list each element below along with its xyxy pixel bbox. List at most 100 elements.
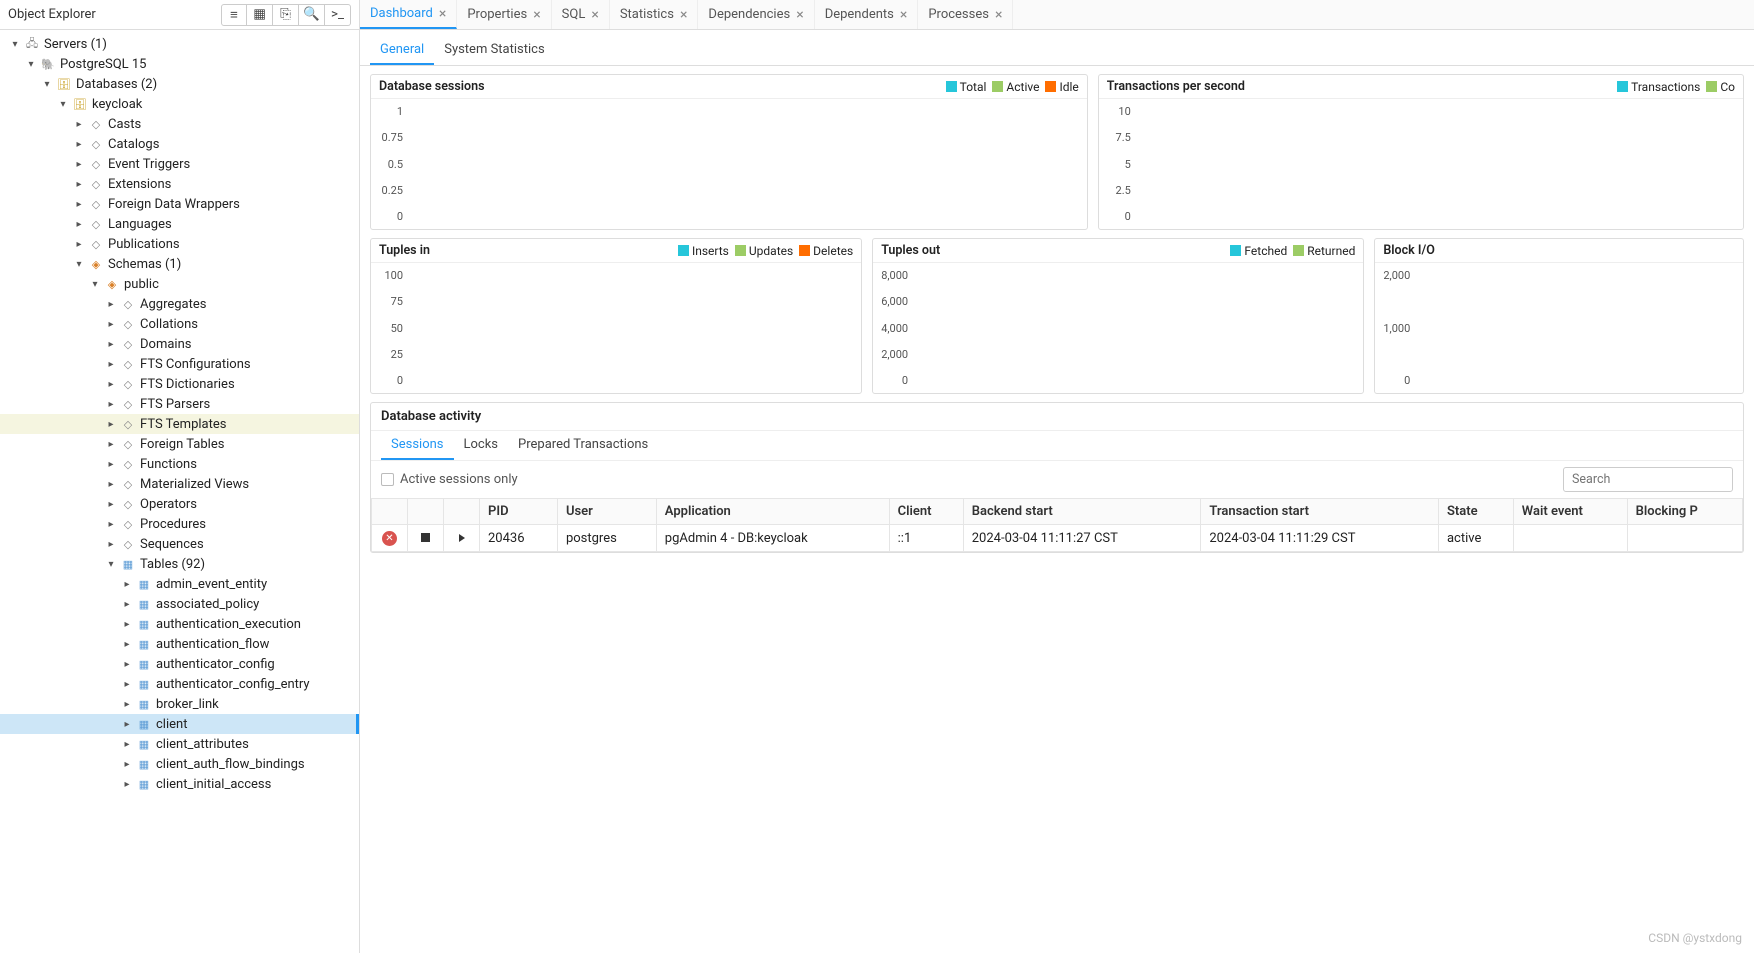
tree-item[interactable]: ◇Catalogs	[0, 134, 359, 154]
chevron-right-icon[interactable]	[120, 697, 134, 711]
tab-dependents[interactable]: Dependents×	[815, 0, 919, 29]
tree-item[interactable]: ◇Collations	[0, 314, 359, 334]
tree-item[interactable]: ◇Publications	[0, 234, 359, 254]
chevron-right-icon[interactable]	[104, 377, 118, 391]
tree-item[interactable]: ▦authenticator_config	[0, 654, 359, 674]
column-header[interactable]: Blocking P	[1627, 499, 1742, 525]
chevron-right-icon[interactable]	[72, 237, 86, 251]
chevron-down-icon[interactable]	[88, 277, 102, 291]
close-icon[interactable]: ×	[680, 7, 687, 23]
chevron-right-icon[interactable]	[120, 777, 134, 791]
chevron-right-icon[interactable]	[104, 457, 118, 471]
stop-icon[interactable]	[421, 533, 430, 542]
chevron-down-icon[interactable]	[104, 557, 118, 571]
chevron-right-icon[interactable]	[120, 717, 134, 731]
chevron-right-icon[interactable]	[120, 637, 134, 651]
tree-item[interactable]: ▦authentication_flow	[0, 634, 359, 654]
column-header[interactable]: Client	[889, 499, 963, 525]
close-icon[interactable]: ×	[995, 7, 1002, 23]
column-header[interactable]: User	[557, 499, 656, 525]
chevron-down-icon[interactable]	[24, 57, 38, 71]
chevron-down-icon[interactable]	[8, 37, 22, 51]
chevron-right-icon[interactable]	[72, 157, 86, 171]
subtab-system-statistics[interactable]: System Statistics	[434, 36, 554, 65]
active-sessions-checkbox[interactable]: Active sessions only	[381, 472, 518, 487]
tab-dependencies[interactable]: Dependencies×	[698, 0, 814, 29]
tree-item[interactable]: 🗄Databases (2)	[0, 74, 359, 94]
tree-item[interactable]: ◇Materialized Views	[0, 474, 359, 494]
tree-item[interactable]: ◇Foreign Tables	[0, 434, 359, 454]
tree-item[interactable]: ◇FTS Dictionaries	[0, 374, 359, 394]
tree-item[interactable]: ◈public	[0, 274, 359, 294]
chevron-right-icon[interactable]	[104, 477, 118, 491]
chevron-down-icon[interactable]	[40, 77, 54, 91]
tree-item[interactable]: ◇FTS Templates	[0, 414, 359, 434]
column-header[interactable]: Wait event	[1513, 499, 1627, 525]
tab-sql[interactable]: SQL×	[552, 0, 610, 29]
search-icon[interactable]: 🔍	[299, 4, 325, 26]
tree-item[interactable]: 🐘PostgreSQL 15	[0, 54, 359, 74]
tree-item[interactable]: ▦Tables (92)	[0, 554, 359, 574]
tree-item[interactable]: ▦client_auth_flow_bindings	[0, 754, 359, 774]
chevron-right-icon[interactable]	[104, 397, 118, 411]
toolbar-btn-2[interactable]: ▦	[247, 4, 273, 26]
chevron-right-icon[interactable]	[120, 617, 134, 631]
chevron-right-icon[interactable]	[104, 317, 118, 331]
tree-item[interactable]: ◇Procedures	[0, 514, 359, 534]
tab-properties[interactable]: Properties×	[457, 0, 551, 29]
tab-dashboard[interactable]: Dashboard×	[360, 0, 457, 29]
chevron-right-icon[interactable]	[120, 737, 134, 751]
tree-item[interactable]: ◇Event Triggers	[0, 154, 359, 174]
tab-statistics[interactable]: Statistics×	[610, 0, 699, 29]
tree-item[interactable]: ▦authenticator_config_entry	[0, 674, 359, 694]
activity-tab-locks[interactable]: Locks	[454, 431, 509, 460]
chevron-right-icon[interactable]	[72, 177, 86, 191]
tree-item[interactable]: ◇FTS Parsers	[0, 394, 359, 414]
tree-item[interactable]: ◇Operators	[0, 494, 359, 514]
terminal-icon[interactable]: >_	[325, 4, 351, 26]
column-header[interactable]: Transaction start	[1201, 499, 1439, 525]
chevron-right-icon[interactable]	[104, 517, 118, 531]
tree-item[interactable]: ▦client_attributes	[0, 734, 359, 754]
chevron-right-icon[interactable]	[104, 417, 118, 431]
search-input[interactable]	[1563, 467, 1733, 492]
tree-item[interactable]: ◇FTS Configurations	[0, 354, 359, 374]
tree-item[interactable]: ◇Foreign Data Wrappers	[0, 194, 359, 214]
close-icon[interactable]: ×	[439, 6, 446, 22]
column-header[interactable]	[408, 499, 444, 525]
tree-item[interactable]: ▦broker_link	[0, 694, 359, 714]
chevron-right-icon[interactable]	[120, 597, 134, 611]
toolbar-btn-3[interactable]: ⎘	[273, 4, 299, 26]
tree-item[interactable]: ◇Languages	[0, 214, 359, 234]
column-header[interactable]: State	[1438, 499, 1513, 525]
column-header[interactable]	[444, 499, 480, 525]
chevron-right-icon[interactable]	[120, 757, 134, 771]
tree-item[interactable]: ▦associated_policy	[0, 594, 359, 614]
chevron-right-icon[interactable]	[72, 117, 86, 131]
tree-item[interactable]: ▦client_initial_access	[0, 774, 359, 794]
column-header[interactable]: PID	[480, 499, 558, 525]
chevron-right-icon[interactable]	[120, 677, 134, 691]
tree-item[interactable]: ◇Domains	[0, 334, 359, 354]
chevron-right-icon[interactable]	[72, 217, 86, 231]
chevron-right-icon[interactable]	[104, 497, 118, 511]
chevron-down-icon[interactable]	[72, 257, 86, 271]
column-header[interactable]: Backend start	[963, 499, 1201, 525]
tree-item[interactable]: ◇Extensions	[0, 174, 359, 194]
activity-tab-sessions[interactable]: Sessions	[381, 431, 454, 460]
chevron-right-icon[interactable]	[104, 357, 118, 371]
chevron-right-icon[interactable]	[72, 197, 86, 211]
tab-processes[interactable]: Processes×	[918, 0, 1013, 29]
chevron-right-icon[interactable]	[120, 577, 134, 591]
tree-view[interactable]: 🖧Servers (1)🐘PostgreSQL 15🗄Databases (2)…	[0, 30, 359, 953]
tree-item[interactable]: ▦client	[0, 714, 359, 734]
tree-item[interactable]: ◈Schemas (1)	[0, 254, 359, 274]
chevron-right-icon[interactable]	[104, 297, 118, 311]
chevron-right-icon[interactable]	[120, 657, 134, 671]
toolbar-btn-1[interactable]: ≡	[221, 4, 247, 26]
chevron-right-icon[interactable]	[72, 137, 86, 151]
activity-tab-prepared-transactions[interactable]: Prepared Transactions	[508, 431, 658, 460]
column-header[interactable]: Application	[656, 499, 889, 525]
terminate-icon[interactable]: ✕	[382, 531, 397, 546]
tree-item[interactable]: ▦admin_event_entity	[0, 574, 359, 594]
